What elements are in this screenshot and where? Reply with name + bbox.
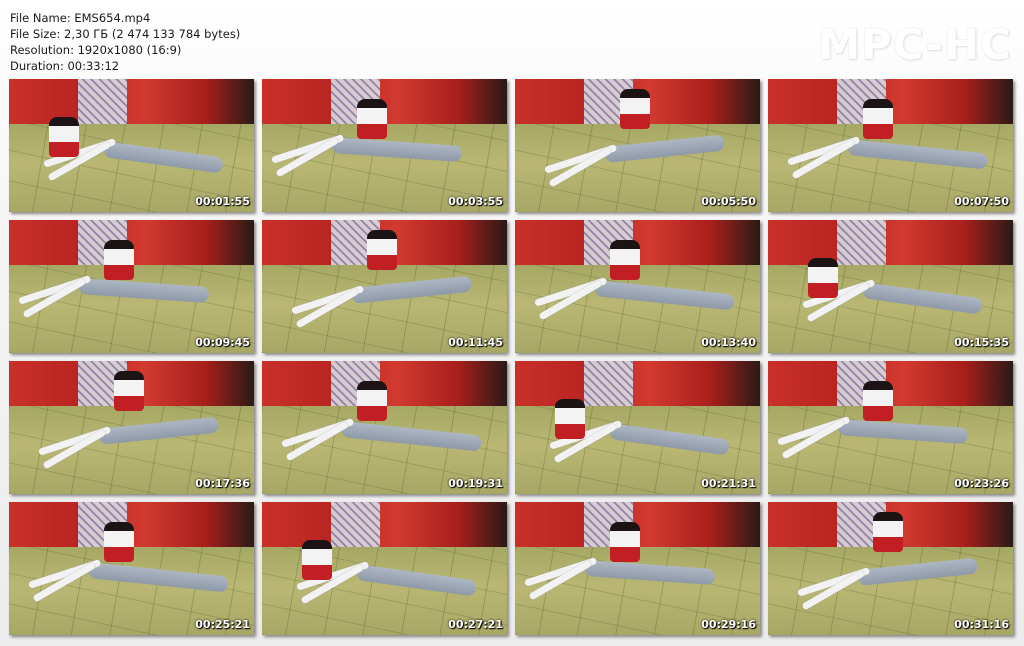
- file-size-text: File Size: 2,30 ГБ (2 474 133 784 bytes): [10, 27, 241, 41]
- thumbnail: 00:07:50: [768, 79, 1013, 212]
- thumbnail-figure: [114, 371, 144, 411]
- thumbnail-timestamp: 00:01:55: [195, 195, 250, 208]
- thumbnail-figure: [555, 399, 585, 439]
- thumbnail-figure: [104, 522, 134, 562]
- thumbnail-figure: [49, 117, 79, 157]
- thumbnail-wall: [9, 79, 254, 125]
- thumbnail-figure: [610, 240, 640, 280]
- thumbnail-timestamp: 00:27:21: [448, 618, 503, 631]
- thumbnail: 00:13:40: [515, 220, 760, 353]
- thumbnail-timestamp: 00:23:26: [954, 477, 1009, 490]
- thumbnail-wall: [768, 220, 1013, 266]
- thumbnail-figure: [610, 522, 640, 562]
- thumbnail: 00:21:31: [515, 361, 760, 494]
- duration-text: Duration: 00:33:12: [10, 59, 120, 73]
- thumbnail-figure: [808, 258, 838, 298]
- thumbnail-timestamp: 00:17:36: [195, 477, 250, 490]
- thumbnail-figure: [104, 240, 134, 280]
- thumbnail: 00:29:16: [515, 502, 760, 635]
- thumbnail: 00:05:50: [515, 79, 760, 212]
- thumbnail-figure: [357, 381, 387, 421]
- thumbnail-timestamp: 00:11:45: [448, 336, 503, 349]
- thumbnail: 00:23:26: [768, 361, 1013, 494]
- file-info-panel: File Name: EMS654.mp4 File Size: 2,30 ГБ…: [10, 10, 240, 74]
- thumbnail-timestamp: 00:15:35: [954, 336, 1009, 349]
- thumbnail-timestamp: 00:09:45: [195, 336, 250, 349]
- thumbnail: 00:19:31: [262, 361, 507, 494]
- thumbnail: 00:27:21: [262, 502, 507, 635]
- thumbnail-figure: [357, 99, 387, 139]
- thumbnail-timestamp: 00:05:50: [701, 195, 756, 208]
- thumbnail-figure: [620, 89, 650, 129]
- thumbnail: 00:03:55: [262, 79, 507, 212]
- thumbnail-timestamp: 00:31:16: [954, 618, 1009, 631]
- thumbnail-figure: [302, 540, 332, 580]
- thumbnail-timestamp: 00:21:31: [701, 477, 756, 490]
- thumbnail: 00:09:45: [9, 220, 254, 353]
- thumbnail-figure: [863, 99, 893, 139]
- thumbnail: 00:15:35: [768, 220, 1013, 353]
- thumbnail-timestamp: 00:03:55: [448, 195, 503, 208]
- thumbnail: 00:31:16: [768, 502, 1013, 635]
- thumbnail-wall: [515, 361, 760, 407]
- thumbnail: 00:01:55: [9, 79, 254, 212]
- thumbnail: 00:11:45: [262, 220, 507, 353]
- thumbnail-timestamp: 00:07:50: [954, 195, 1009, 208]
- thumbnail: 00:17:36: [9, 361, 254, 494]
- thumbnail-figure: [863, 381, 893, 421]
- thumbnail-figure: [367, 230, 397, 270]
- thumbnail-timestamp: 00:29:16: [701, 618, 756, 631]
- thumbnail-figure: [873, 512, 903, 552]
- thumbnail: 00:25:21: [9, 502, 254, 635]
- thumbnail-wall: [262, 502, 507, 548]
- resolution-text: Resolution: 1920x1080 (16:9): [10, 43, 182, 57]
- thumbnail-timestamp: 00:25:21: [195, 618, 250, 631]
- file-name-text: File Name: EMS654.mp4: [10, 11, 151, 25]
- mpc-hc-logo: MPC-HC: [818, 20, 1012, 69]
- thumbnail-timestamp: 00:13:40: [701, 336, 756, 349]
- thumbnail-grid: 00:01:55 00:03:55 00:05:50 00:07:50 00:09:45…: [9, 79, 1015, 637]
- thumbnail-timestamp: 00:19:31: [448, 477, 503, 490]
